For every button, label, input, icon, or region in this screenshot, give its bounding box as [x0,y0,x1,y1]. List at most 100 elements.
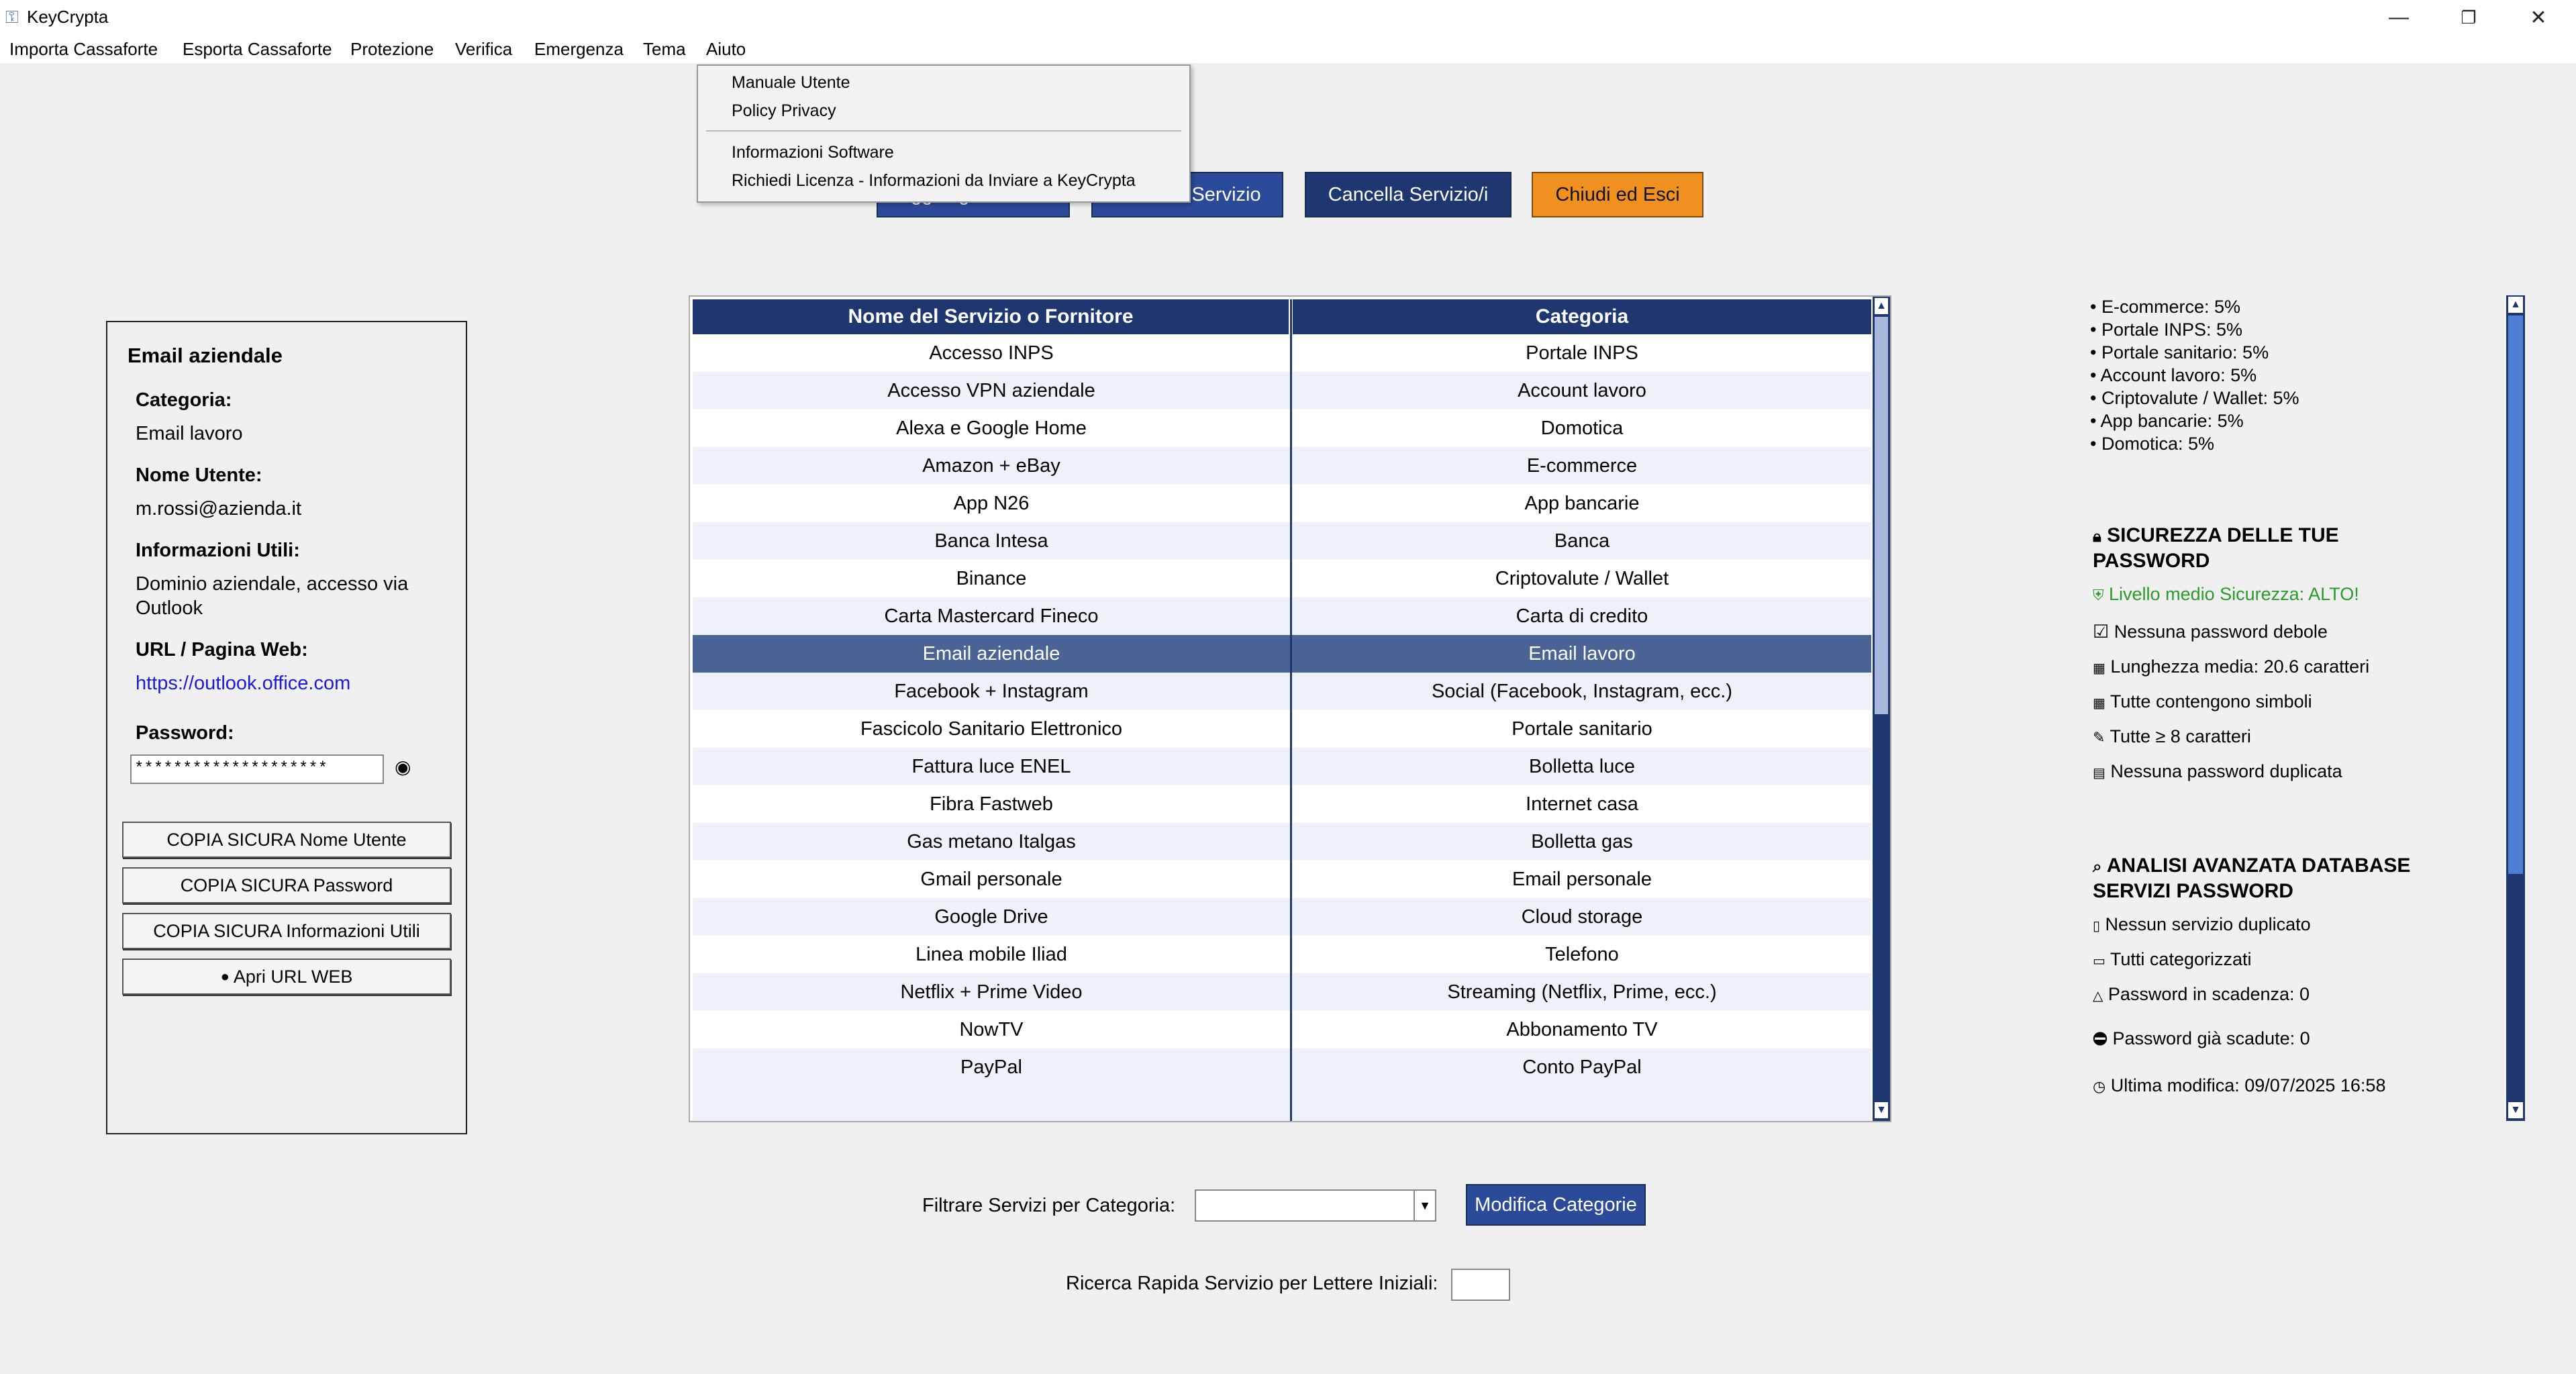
filter-label: Filtrare Servizi per Categoria: [922,1195,1176,1216]
close-button[interactable]: ✕ [2504,0,2573,35]
table-row[interactable]: Linea mobile Iliad Telefono [693,936,1871,973]
menu-esporta-cassaforte[interactable]: Esporta Cassaforte [179,35,336,63]
security-item-text: Tutte ≥ 8 caratteri [2110,726,2251,746]
table-row[interactable]: Carta Mastercard Fineco Carta di credito [693,597,1871,635]
duplicate-icon: ▤ [2093,766,2106,781]
show-password-eye-icon[interactable]: ◉ [395,756,411,778]
category-stat: • Portale INPS: 5% [2090,320,2243,340]
copy-password-button[interactable]: COPIA SICURA Password [122,867,451,903]
service-name-cell: Gas metano Italgas [907,831,1076,852]
password-field[interactable]: ******************** [130,754,384,784]
category-label: Categoria: [136,389,232,411]
window-title: KeyCrypta [27,7,109,27]
menu-importa-cassaforte[interactable]: Importa Cassaforte [5,35,162,63]
column-header-service[interactable]: Nome del Servizio o Fornitore [693,299,1289,334]
scroll-down-arrow-icon[interactable]: ▼ [1875,1102,1888,1118]
stats-scrollbar[interactable]: ▲ ▼ [2506,295,2525,1121]
table-row[interactable]: Fascicolo Sanitario Elettronico Portale s… [693,710,1871,748]
table-scrollbar[interactable]: ▲ ▼ [1873,297,1890,1121]
bell-icon: △ [2093,989,2103,1003]
table-row[interactable]: NowTV Abbonamento TV [693,1011,1871,1048]
category-cell: Internet casa [1526,793,1638,815]
menu-protezione[interactable]: Protezione [346,35,438,63]
delete-service-button[interactable]: Cancella Servizio/i [1305,172,1512,217]
table-scrollbar-thumb[interactable] [1875,317,1888,714]
table-row[interactable]: Google Drive Cloud storage [693,898,1871,936]
table-row[interactable]: Netflix + Prime Video Streaming (Netflix,… [693,973,1871,1011]
security-section-title: 🔒︎ SICUREZZA DELLE TUE PASSWORD [2093,524,2339,573]
category-cell: Account lavoro [1518,380,1646,401]
analysis-title-line-2: SERVIZI PASSWORD [2093,880,2293,902]
checkbox-icon: ☑ [2093,622,2110,642]
scroll-up-arrow-icon[interactable]: ▲ [1875,298,1888,314]
scroll-up-arrow-icon[interactable]: ▲ [2508,297,2523,313]
table-row[interactable]: Amazon + eBay E-commerce [693,447,1871,485]
security-item: ▦ Lunghezza media: 20.6 caratteri [2093,656,2369,677]
table-row[interactable]: Fattura luce ENEL Bolletta luce [693,748,1871,785]
category-cell: Bolletta gas [1531,831,1633,852]
menu-item-richiedi-licenza[interactable]: Richiedi Licenza - Informazioni da Invia… [732,168,1136,193]
chevron-down-icon[interactable]: ▼ [1414,1191,1435,1220]
menu-verifica[interactable]: Verifica [451,35,516,63]
table-row[interactable]: Binance Criptovalute / Wallet [693,560,1871,597]
lock-icon: 🔒︎ [2093,528,2101,546]
analysis-item: ◷ Ultima modifica: 09/07/2025 16:58 [2093,1075,2385,1096]
table-row[interactable]: Accesso INPS Portale INPS [693,334,1871,372]
stats-panel: • E-commerce: 5% • Portale INPS: 5% • Po… [2090,293,2520,1122]
service-name-cell: App N26 [953,493,1030,514]
detail-title: Email aziendale [128,344,283,367]
menu-item-manuale-utente[interactable]: Manuale Utente [732,70,850,95]
info-value-line-1: Dominio aziendale, accesso via [136,573,409,595]
analysis-item-text: Password già scadute: 0 [2112,1028,2310,1048]
service-name-cell: PayPal [960,1057,1022,1078]
copy-username-button[interactable]: COPIA SICURA Nome Utente [122,822,451,858]
analysis-item-text: Password in scadenza: 0 [2108,984,2310,1004]
edit-categories-button[interactable]: Modifica Categorie [1466,1184,1646,1226]
table-row[interactable]: Fibra Fastweb Internet casa [693,785,1871,823]
security-level: ⛨ Livello medio Sicurezza: ALTO! [2093,584,2359,605]
keycrypta-logo-icon: ⚿ [5,7,19,27]
table-row[interactable]: Gas metano Italgas Bolletta gas [693,823,1871,861]
category-cell: App bancarie [1524,493,1640,514]
analysis-item: ⛔︎ Password già scadute: 0 [2093,1028,2310,1050]
category-cell: Abbonamento TV [1506,1019,1658,1040]
menu-aiuto[interactable]: Aiuto [702,35,750,63]
security-item-text: Lunghezza media: 20.6 caratteri [2110,656,2370,677]
menu-item-policy-privacy[interactable]: Policy Privacy [732,98,836,124]
copy-info-button[interactable]: COPIA SICURA Informazioni Utili [122,913,451,949]
column-header-category[interactable]: Categoria [1293,299,1871,334]
menu-tema[interactable]: Tema [639,35,690,63]
category-filter-select[interactable]: ▼ [1195,1189,1436,1222]
exit-button[interactable]: Chiudi ed Esci [1532,172,1703,217]
table-row[interactable]: Alexa e Google Home Domotica [693,409,1871,447]
url-link[interactable]: https://outlook.office.com [136,673,350,695]
analysis-item: ▭ Tutti categorizzati [2093,949,2252,970]
analysis-title-line-1: ANALISI AVANZATA DATABASE [2106,854,2411,877]
menu-emergenza[interactable]: Emergenza [530,35,628,63]
username-label: Nome Utente: [136,464,262,486]
pencil-icon: ✎ [2093,729,2106,746]
table-row[interactable]: Email aziendale Email lavoro [693,635,1871,673]
quick-search-input[interactable] [1451,1269,1510,1301]
analysis-item-text: Tutti categorizzati [2110,949,2252,969]
table-row[interactable]: Gmail personale Email personale [693,861,1871,898]
table-row[interactable]: Banca Intesa Banca [693,522,1871,560]
category-cell: Conto PayPal [1522,1057,1642,1078]
quick-search-label: Ricerca Rapida Servizio per Lettere Iniz… [1066,1273,1438,1294]
column-divider [1290,299,1292,1121]
table-row[interactable]: Accesso VPN aziendale Account lavoro [693,372,1871,409]
table-row[interactable]: Facebook + Instagram Social (Facebook, In… [693,673,1871,710]
table-row[interactable]: PayPal Conto PayPal [693,1048,1871,1086]
table-row[interactable]: App N26 App bancarie [693,485,1871,522]
info-label: Informazioni Utili: [136,540,300,561]
scroll-down-arrow-icon[interactable]: ▼ [2508,1102,2523,1118]
category-distribution-list: • E-commerce: 5% • Portale INPS: 5% • Po… [2090,295,2299,455]
menu-item-informazioni-software[interactable]: Informazioni Software [732,140,894,165]
maximize-button[interactable]: ❐ [2434,0,2504,35]
service-name-cell: Facebook + Instagram [894,681,1089,702]
category-cell: Social (Facebook, Instagram, ecc.) [1431,681,1733,702]
stats-scrollbar-thumb[interactable] [2508,315,2523,874]
open-url-button[interactable]: ● Apri URL WEB [122,959,451,995]
category-stat: • Domotica: 5% [2090,434,2215,454]
minimize-button[interactable]: — [2364,0,2434,35]
